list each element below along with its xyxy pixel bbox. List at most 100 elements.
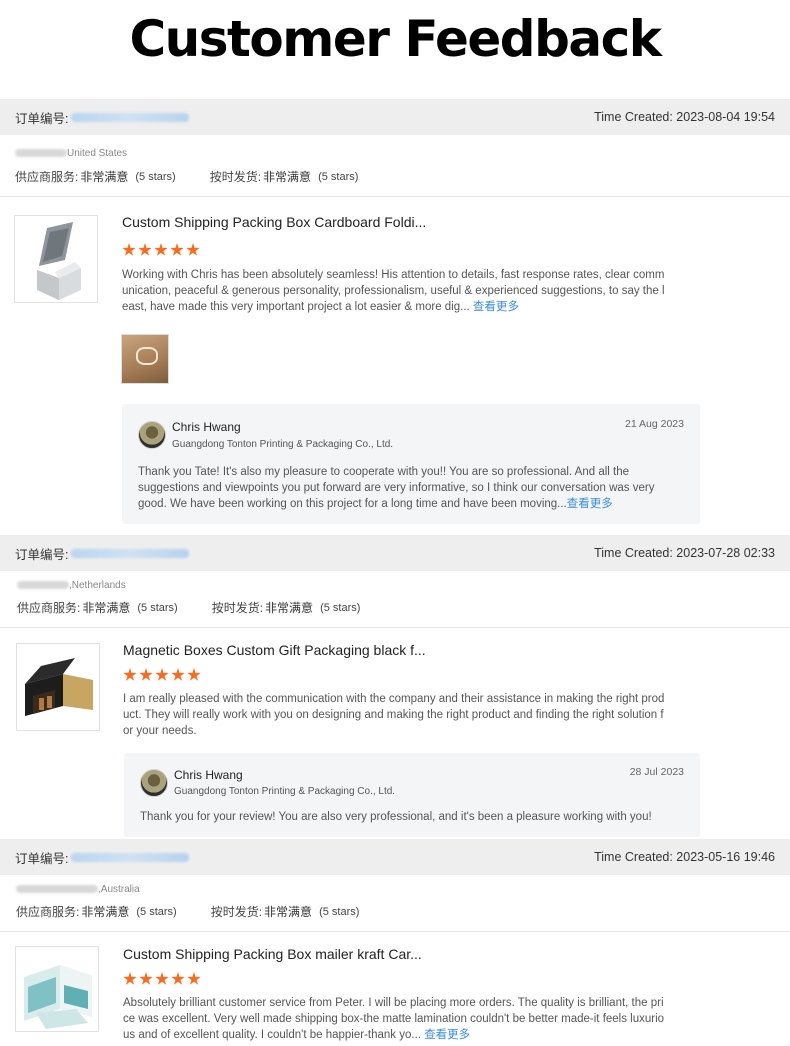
reply-author: Chris Hwang	[174, 768, 243, 782]
product-title[interactable]: Custom Shipping Packing Box mailer kraft…	[123, 946, 422, 962]
time-created: Time Created: 2023-05-16 19:46	[594, 850, 775, 864]
seller-reply: Chris Hwang Guangdong Tonton Printing & …	[124, 753, 700, 837]
order-bar: 订单编号: Time Created: 2023-08-04 19:54	[0, 99, 790, 135]
seller-ratings: 供应商服务: 非常满意 (5 stars) 按时发货: 非常满意 (5 star…	[16, 903, 359, 920]
reply-author: Chris Hwang	[172, 420, 241, 434]
star-icon	[170, 243, 184, 256]
buyer-location: ,Netherlands	[17, 580, 126, 591]
review-photo[interactable]	[121, 334, 169, 384]
star-icon	[123, 668, 137, 681]
time-created: Time Created: 2023-08-04 19:54	[594, 110, 775, 124]
review-line: I am really pleased with the communicati…	[123, 693, 665, 705]
review-line: uct. They will really work with you on d…	[123, 709, 664, 721]
see-more-link[interactable]: 查看更多	[567, 498, 613, 510]
review-line: Working with Chris has been absolutely s…	[122, 269, 665, 281]
avatar	[140, 769, 168, 797]
star-icon	[138, 243, 152, 256]
reply-date: 28 Jul 2023	[629, 766, 684, 778]
buyer-country: United States	[67, 148, 128, 159]
review-line: Absolutely brilliant customer service fr…	[123, 997, 664, 1009]
star-icon	[171, 972, 185, 985]
shipping-stars: (5 stars)	[320, 601, 361, 614]
reply-text: Thank you Tate! It's also my pleasure to…	[138, 464, 688, 512]
avatar	[138, 421, 166, 449]
reply-line: suggestions and viewpoints you put forwa…	[138, 482, 655, 494]
buyer-location: United States	[15, 148, 127, 159]
star-icon	[139, 668, 153, 681]
supplier-service-label: 供应商服务:	[17, 601, 81, 615]
star-icon	[123, 972, 137, 985]
rating-stars	[123, 668, 201, 682]
order-number-label: 订单编号:	[15, 111, 69, 126]
shipping-stars: (5 stars)	[318, 170, 359, 183]
reply-company: Guangdong Tonton Printing & Packaging Co…	[174, 786, 396, 797]
star-icon	[186, 243, 200, 256]
review-line: or your needs.	[123, 725, 197, 737]
order-bar: 订单编号: Time Created: 2023-05-16 19:46	[0, 839, 790, 875]
review-text: Working with Chris has been absolutely s…	[122, 267, 682, 315]
divider	[0, 196, 790, 197]
time-created: Time Created: 2023-07-28 02:33	[594, 546, 775, 560]
rating-stars	[122, 243, 200, 257]
supplier-service-stars: (5 stars)	[137, 601, 178, 614]
order-bar: 订单编号: Time Created: 2023-07-28 02:33	[0, 535, 790, 571]
star-icon	[122, 243, 136, 256]
shipping-value: 非常满意	[264, 905, 313, 919]
star-icon	[139, 972, 153, 985]
review-line: east, have made this very important proj…	[122, 301, 470, 313]
order-number-label: 订单编号:	[15, 851, 69, 866]
reply-line: Thank you Tate! It's also my pleasure to…	[138, 466, 630, 478]
seller-ratings: 供应商服务: 非常满意 (5 stars) 按时发货: 非常满意 (5 star…	[15, 168, 358, 185]
order-number-blurred	[71, 852, 190, 862]
product-thumbnail[interactable]	[15, 946, 99, 1032]
star-icon	[154, 243, 168, 256]
product-title[interactable]: Magnetic Boxes Custom Gift Packaging bla…	[123, 642, 426, 658]
see-more-link[interactable]: 查看更多	[473, 301, 519, 313]
reply-line: Thank you for your review! You are also …	[140, 811, 652, 823]
supplier-service-value: 非常满意	[81, 905, 130, 919]
product-thumbnail[interactable]	[16, 643, 100, 731]
order-number-blurred	[71, 112, 190, 122]
divider	[0, 627, 790, 628]
product-thumbnail[interactable]	[14, 215, 98, 303]
shipping-label: 按时发货:	[211, 601, 264, 615]
seller-reply: Chris Hwang Guangdong Tonton Printing & …	[122, 404, 700, 524]
supplier-service-stars: (5 stars)	[136, 905, 177, 918]
seller-ratings: 供应商服务: 非常满意 (5 stars) 按时发货: 非常满意 (5 star…	[17, 599, 360, 616]
review-line: us and of excellent quality. I couldn't …	[123, 1029, 421, 1041]
reply-line: good. We have been working on this proje…	[138, 498, 567, 510]
divider	[0, 931, 790, 932]
review-line: unication, peaceful & generous personali…	[122, 285, 665, 297]
reply-text: Thank you for your review! You are also …	[140, 809, 690, 825]
star-icon	[155, 668, 169, 681]
supplier-service-label: 供应商服务:	[16, 905, 80, 919]
star-icon	[171, 668, 185, 681]
review-text: I am really pleased with the communicati…	[123, 691, 683, 739]
buyer-name-blurred	[15, 149, 67, 158]
shipping-value: 非常满意	[265, 601, 314, 615]
supplier-service-value: 非常满意	[80, 170, 129, 184]
rating-stars	[123, 972, 201, 986]
buyer-country: ,Netherlands	[69, 580, 126, 591]
review-text: Absolutely brilliant customer service fr…	[123, 995, 683, 1043]
supplier-service-label: 供应商服务:	[15, 170, 79, 184]
order-number-label: 订单编号:	[15, 547, 69, 562]
order-number-blurred	[71, 548, 190, 558]
reply-company: Guangdong Tonton Printing & Packaging Co…	[172, 439, 394, 450]
shipping-value: 非常满意	[263, 170, 312, 184]
review-line: ce was excellent. Very well made shippin…	[123, 1013, 665, 1025]
see-more-link[interactable]: 查看更多	[424, 1029, 470, 1041]
shipping-stars: (5 stars)	[319, 905, 360, 918]
product-title[interactable]: Custom Shipping Packing Box Cardboard Fo…	[122, 214, 426, 230]
shipping-label: 按时发货:	[210, 905, 263, 919]
buyer-location: ,Australia	[16, 884, 140, 895]
star-icon	[187, 972, 201, 985]
star-icon	[187, 668, 201, 681]
buyer-name-blurred	[16, 885, 98, 894]
supplier-service-stars: (5 stars)	[135, 170, 176, 183]
page-title: Customer Feedback	[129, 10, 662, 68]
reply-date: 21 Aug 2023	[625, 418, 684, 430]
buyer-name-blurred	[17, 581, 69, 590]
shipping-label: 按时发货:	[209, 170, 262, 184]
star-icon	[155, 972, 169, 985]
